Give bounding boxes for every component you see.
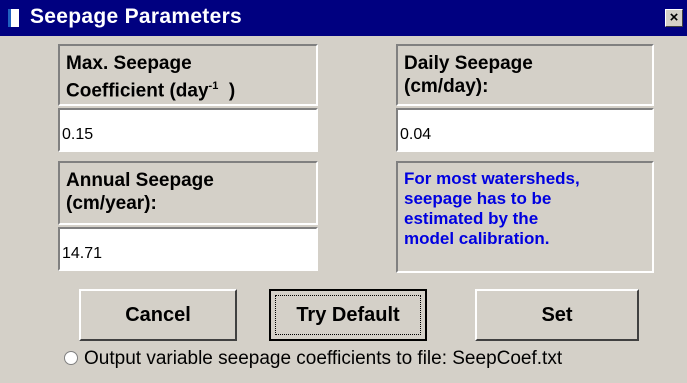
output-coefficients-label: Output variable seepage coefficients to …	[84, 348, 563, 369]
output-coefficients-option[interactable]: Output variable seepage coefficients to …	[64, 346, 562, 372]
seepage-dialog: Seepage Parameters × Max. Seepage Coeffi…	[0, 0, 687, 383]
try-default-button[interactable]: Try Default	[269, 289, 427, 341]
annual-seepage-label: Annual Seepage (cm/year):	[58, 161, 318, 225]
title-bar[interactable]: Seepage Parameters ×	[0, 0, 687, 36]
annual-seepage-input[interactable]	[58, 227, 318, 271]
max-seepage-coefficient-label: Max. Seepage Coefficient (day-1 )	[58, 44, 318, 106]
set-button[interactable]: Set	[475, 289, 639, 341]
daily-seepage-label: Daily Seepage (cm/day):	[396, 44, 654, 106]
close-icon: ×	[669, 9, 679, 26]
radio-button[interactable]	[64, 351, 78, 365]
close-button[interactable]: ×	[665, 9, 683, 27]
app-icon	[8, 9, 19, 27]
daily-seepage-input[interactable]	[396, 108, 654, 152]
max-seepage-coefficient-input[interactable]	[58, 108, 318, 152]
window-title: Seepage Parameters	[30, 5, 243, 28]
calibration-note: For most watersheds, seepage has to be e…	[396, 161, 654, 273]
cancel-button[interactable]: Cancel	[79, 289, 237, 341]
